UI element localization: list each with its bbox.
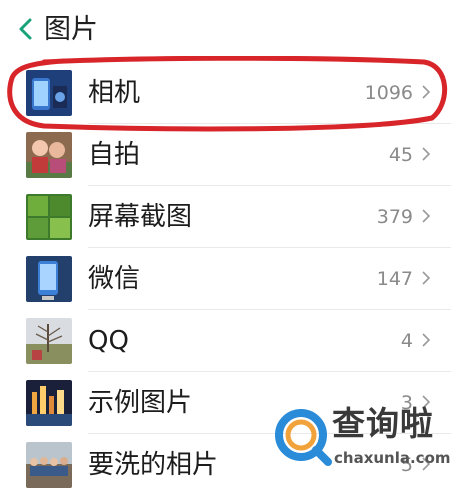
- album-label: 自拍: [88, 140, 141, 170]
- chevron-right-icon: [422, 147, 431, 161]
- page-title: 图片: [44, 14, 98, 45]
- album-row-selfie[interactable]: 自拍 45: [0, 124, 451, 186]
- sample-album-thumb: [26, 380, 72, 426]
- selfie-album-thumb: [26, 132, 72, 178]
- album-label: 屏幕截图: [88, 202, 193, 232]
- album-count: 147: [376, 268, 413, 290]
- camera-album-thumb: [26, 70, 72, 116]
- album-count: 4: [400, 330, 413, 352]
- album-label: QQ: [88, 326, 129, 356]
- album-count: 379: [376, 206, 413, 228]
- chevron-left-icon[interactable]: [12, 14, 38, 44]
- screenshot-album-thumb: [26, 194, 72, 240]
- watermark-url: chaxunla.com: [334, 449, 451, 467]
- album-row-wechat[interactable]: 微信 147: [0, 248, 451, 310]
- album-row-qq[interactable]: QQ 4: [0, 310, 451, 372]
- print-album-thumb: [26, 442, 72, 488]
- chevron-right-icon: [422, 271, 431, 285]
- album-label: 微信: [88, 264, 141, 294]
- qq-album-thumb: [26, 318, 72, 364]
- album-count: 1096: [364, 82, 413, 104]
- album-row-camera[interactable]: 相机 1096: [0, 62, 451, 124]
- album-label: 要洗的相片: [88, 450, 219, 480]
- chevron-right-icon: [422, 85, 431, 99]
- magnifier-logo-icon: [275, 409, 332, 466]
- watermark-text: 查询啦: [332, 404, 434, 443]
- watermark: 查询啦 chaxunla.com: [272, 400, 451, 484]
- album-row-screenshots[interactable]: 屏幕截图 379: [0, 186, 451, 248]
- album-label: 相机: [88, 78, 141, 108]
- album-label: 示例图片: [88, 388, 193, 418]
- top-bar: 图片: [0, 0, 451, 62]
- chevron-right-icon: [422, 209, 431, 223]
- wechat-album-thumb: [26, 256, 72, 302]
- chevron-right-icon: [422, 333, 431, 347]
- album-count: 45: [388, 144, 413, 166]
